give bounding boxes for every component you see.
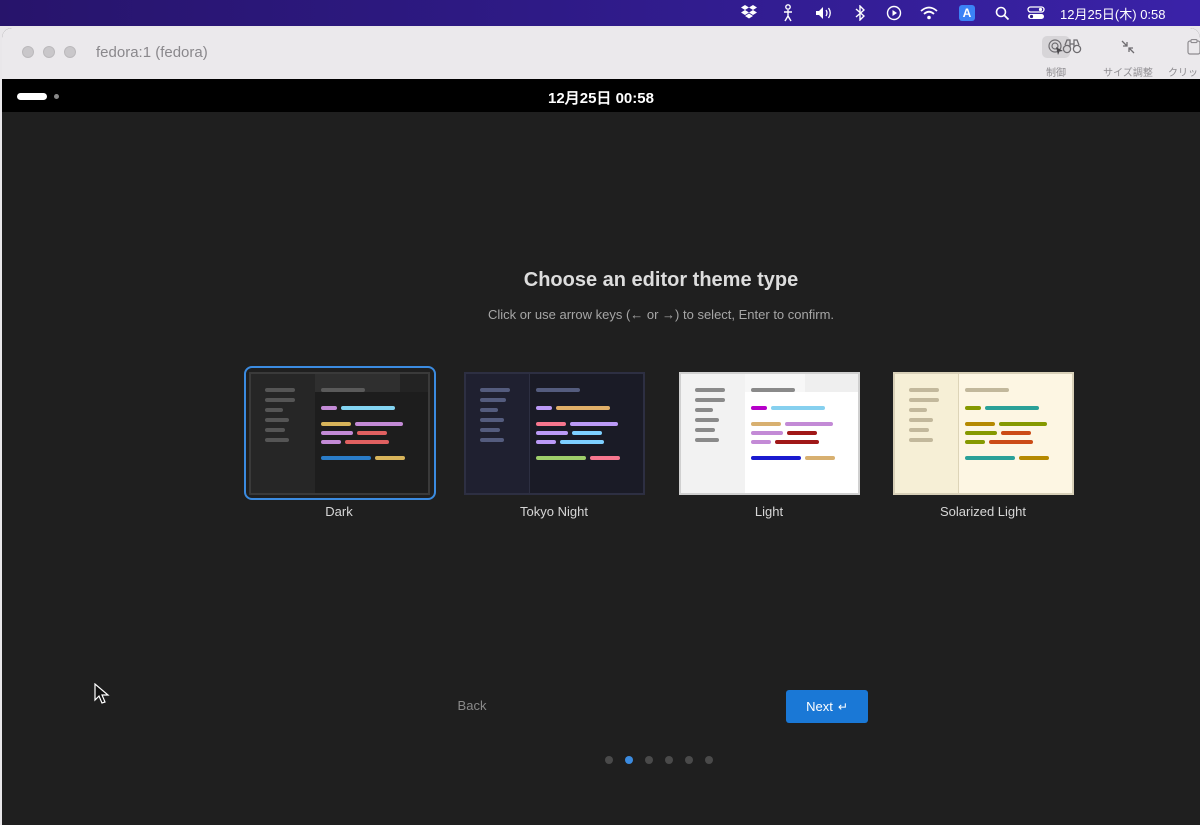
- theme-setup-page: Choose an editor theme type Click or use…: [2, 112, 1200, 825]
- menubar-clock[interactable]: 12月25日(木) 0:58: [1060, 3, 1190, 23]
- pager-dot: [705, 756, 713, 764]
- theme-label-dark: Dark: [325, 504, 353, 519]
- mouse-pointer-icon: [94, 682, 110, 710]
- pager-dot: [685, 756, 693, 764]
- toolbar-clipboard-label: クリッ: [1168, 68, 1198, 79]
- screen-record-icon[interactable]: [884, 3, 904, 23]
- input-source-icon[interactable]: A: [957, 3, 977, 23]
- pager-dot-current: [625, 756, 633, 764]
- guest-top-bar: 12月25日 00:58: [2, 79, 1200, 112]
- theme-preview-dark: [249, 372, 430, 495]
- close-window-button[interactable]: [22, 46, 34, 58]
- theme-preview-solarized-light: [893, 372, 1074, 495]
- theme-preview-tokyo-night: [464, 372, 645, 495]
- input-source-label: A: [959, 5, 975, 21]
- next-button[interactable]: Next ↵: [786, 690, 868, 723]
- enter-key-icon: ↵: [837, 699, 848, 714]
- minimize-window-button[interactable]: [43, 46, 55, 58]
- window-title: fedora:1 (fedora): [96, 44, 208, 61]
- next-button-label: Next: [806, 699, 833, 714]
- resize-icon: [1114, 36, 1142, 58]
- volume-icon[interactable]: [814, 3, 836, 23]
- control-center-icon[interactable]: [1025, 3, 1047, 23]
- zoom-window-button[interactable]: [64, 46, 76, 58]
- pager-dot: [665, 756, 673, 764]
- page-subtitle: Click or use arrow keys (← or →) to sele…: [487, 307, 835, 322]
- spotlight-search-icon[interactable]: [992, 3, 1012, 23]
- pager-dot: [605, 756, 613, 764]
- window-titlebar[interactable]: fedora:1 (fedora) 制御 サイズ調整 クリッ: [2, 28, 1200, 79]
- theme-label-light: Light: [754, 504, 784, 519]
- guest-clock[interactable]: 12月25日 00:58: [2, 87, 1200, 108]
- bluetooth-icon[interactable]: [852, 3, 868, 23]
- toolbar-scale-button[interactable]: [1042, 36, 1102, 76]
- toolbar-resize-button[interactable]: サイズ調整: [1098, 36, 1158, 79]
- wifi-icon[interactable]: [918, 3, 940, 23]
- toolbar-resize-label: サイズ調整: [1103, 68, 1153, 79]
- dropbox-icon[interactable]: [738, 3, 760, 23]
- pager-dot: [645, 756, 653, 764]
- clipboard-icon: [1180, 36, 1200, 58]
- macos-menu-bar: A 12月25日(木) 0:58: [0, 0, 1200, 26]
- page-title: Choose an editor theme type: [523, 269, 799, 291]
- accessibility-icon[interactable]: [778, 3, 798, 23]
- vnc-viewer-window: fedora:1 (fedora) 制御 サイズ調整 クリッ 12月25日 00…: [2, 28, 1200, 825]
- theme-preview-light: [679, 372, 860, 495]
- toolbar-clipboard-button[interactable]: クリッ: [1162, 36, 1200, 79]
- theme-label-solarized-light: Solarized Light: [940, 504, 1026, 519]
- back-button[interactable]: Back: [432, 689, 512, 721]
- step-pager: [605, 756, 713, 766]
- theme-label-tokyo-night: Tokyo Night: [520, 504, 588, 519]
- binoculars-icon: [1058, 36, 1086, 58]
